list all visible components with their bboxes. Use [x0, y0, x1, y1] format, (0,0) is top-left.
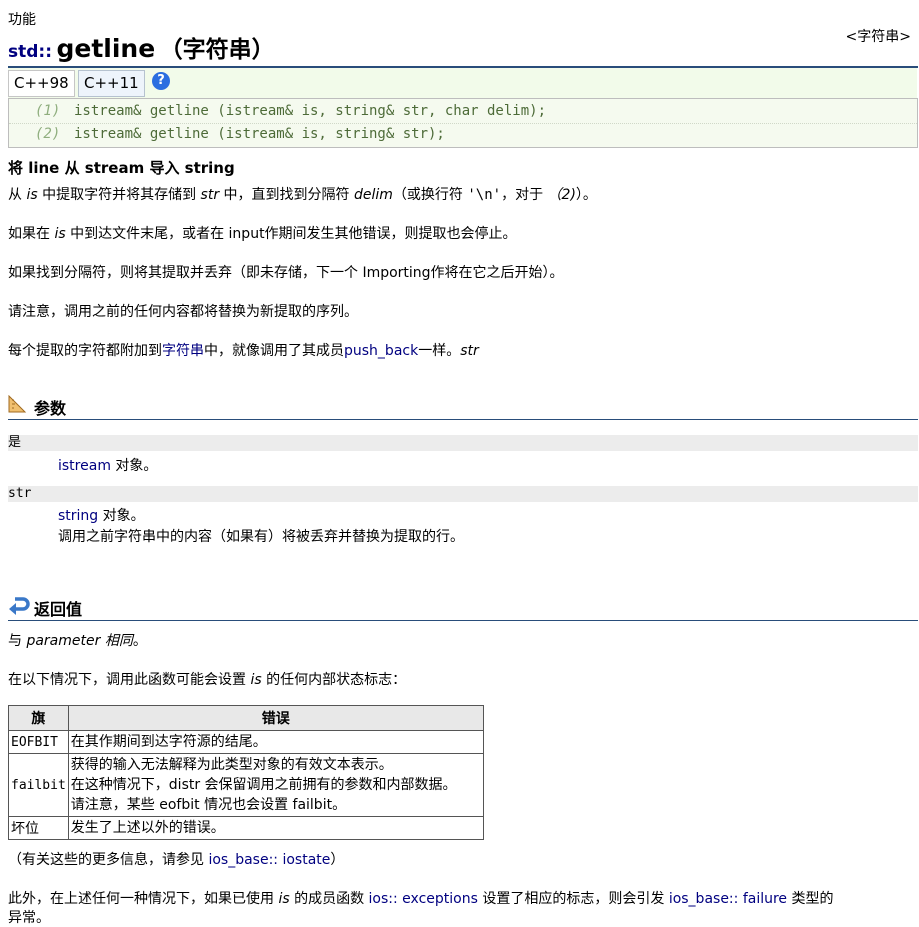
overload-ref: （2): [547, 187, 576, 203]
param-ref: str: [200, 187, 220, 203]
string-link[interactable]: 字符串: [162, 343, 204, 359]
param-name: 是: [8, 435, 918, 451]
error-cell: 在其作期间到达字符源的结尾。: [67, 730, 484, 754]
text: 从: [8, 187, 27, 203]
description-paragraph: 每个提取的字符都附加到字符串中，就像调用了其成员push_back一样。str: [8, 340, 479, 360]
text: ）: [330, 852, 345, 868]
param-ref: str: [460, 343, 479, 359]
param-ref: is: [278, 891, 290, 907]
error-cell: 获得的输入无法解释为此类型对象的有效文本表示。 在这种情况下，distr 会保留…: [67, 753, 484, 817]
column-header: 旗: [8, 705, 69, 731]
param-description: string 对象。: [58, 505, 145, 525]
title-function-name: getline: [56, 34, 156, 63]
error-cell: 发生了上述以外的错误。: [67, 816, 484, 840]
text: 的任何内部状态标志：: [261, 672, 407, 688]
title-namespace: std::: [8, 42, 53, 62]
text: ，对于: [501, 187, 548, 203]
text: 在以下情况下，调用此函数可能会设置: [8, 672, 251, 688]
text: 中到达文件末尾，或者在 input作期间发生其他错误，则提取也会停止。: [65, 226, 517, 242]
column-header: 错误: [67, 705, 484, 731]
page-title: std:: getline （字符串）: [8, 30, 275, 64]
text: 此外，在上述任何一种情况下，如果已使用: [8, 891, 279, 907]
error-line: 请注意，某些 eofbit 情况也会设置 failbit。: [70, 797, 347, 813]
text: 。: [132, 633, 147, 649]
header-type-link[interactable]: <字符串>: [846, 26, 911, 46]
version-tabs: C++98 C++11 ?: [8, 68, 917, 98]
parameters-heading: 参数: [8, 393, 918, 420]
param-ref: delim: [354, 187, 393, 203]
declaration-number: (1): [35, 103, 61, 119]
text: 中，直到找到分隔符: [219, 187, 354, 203]
exceptions-link[interactable]: ios:: exceptions: [369, 891, 478, 907]
text: 与: [8, 633, 27, 649]
text: 设置了相应的标志，则会引发: [477, 891, 669, 907]
return-value-heading-label: 返回值: [34, 600, 83, 619]
declaration-row: (2) istream& getline (istream& is, strin…: [9, 123, 917, 145]
return-arrow-icon: [9, 597, 30, 615]
declaration-code: istream& getline (istream& is, string& s…: [74, 126, 445, 142]
text: 类型的: [787, 891, 834, 907]
breadcrumb[interactable]: 功能: [8, 9, 36, 29]
parameters-heading-label: 参数: [34, 399, 67, 418]
iostate-note: （有关这些的更多信息，请参见 ios_base:: iostate）: [8, 849, 344, 869]
declaration-row: (1) istream& getline (istream& is, strin…: [9, 101, 917, 122]
param-name: str: [8, 486, 918, 502]
string-type-link[interactable]: string: [58, 508, 98, 524]
description-paragraph: 如果在 is 中到达文件末尾，或者在 input作期间发生其他错误，则提取也会停…: [8, 223, 517, 243]
param-ref: is: [54, 226, 66, 242]
title-subtitle: （字符串）: [159, 37, 275, 63]
param-ref: is: [26, 187, 38, 203]
state-flags-table: 旗 错误 EOFBIT 在其作期间到达字符源的结尾。 failbit 获得的输入…: [8, 705, 484, 840]
param-ref: parameter 相同: [26, 633, 133, 649]
ruler-icon: [8, 395, 27, 413]
return-paragraph: 在以下情况下，调用此函数可能会设置 is 的任何内部状态标志：: [8, 669, 406, 689]
param-ref: is: [250, 672, 262, 688]
description-paragraph: 请注意，调用之前的任何内容都将替换为新提取的序列。: [8, 304, 358, 320]
description-paragraph: 如果找到分隔符，则将其提取并丢弃（即未存储，下一个 Importing作将在它之…: [8, 265, 564, 281]
flag-cell: EOFBIT: [8, 730, 69, 754]
param-description: 调用之前字符串中的内容（如果有）将被丢弃并替换为提取的行。: [58, 529, 464, 545]
failure-link[interactable]: ios_base:: failure: [669, 891, 787, 907]
flag-cell: failbit: [8, 753, 69, 817]
description-paragraph: 从 is 中提取字符并将其存储到 str 中，直到找到分隔符 delim（或换行…: [8, 184, 597, 204]
text: 中，就像调用了其成员: [204, 343, 344, 359]
table-row: 坏位 发生了上述以外的错误。: [8, 816, 484, 840]
summary: 将 line 从 stream 导入 string: [8, 159, 235, 177]
declaration-number: (2): [35, 126, 61, 142]
return-value-heading: 返回值: [8, 594, 918, 621]
iostate-link[interactable]: ios_base:: iostate: [208, 852, 330, 868]
text: 如果在: [8, 226, 55, 242]
text: 对象。: [98, 508, 145, 524]
tab-cpp98[interactable]: C++98: [8, 70, 75, 97]
error-line: 获得的输入无法解释为此类型对象的有效文本表示。: [70, 757, 393, 773]
text: ）。: [575, 187, 597, 203]
code-literal: '\n': [467, 187, 502, 203]
istream-link[interactable]: istream: [58, 458, 111, 474]
push-back-link[interactable]: push_back: [344, 343, 418, 359]
declaration-box: (1) istream& getline (istream& is, strin…: [8, 98, 918, 148]
table-row: failbit 获得的输入无法解释为此类型对象的有效文本表示。 在这种情况下，d…: [8, 753, 484, 817]
table-row: EOFBIT 在其作期间到达字符源的结尾。: [8, 730, 484, 754]
exceptions-paragraph-continued: 异常。: [8, 910, 50, 926]
help-icon[interactable]: ?: [152, 72, 170, 90]
text: （有关这些的更多信息，请参见: [8, 852, 209, 868]
text: 中提取字符并将其存储到: [37, 187, 201, 203]
table-header-row: 旗 错误: [8, 705, 484, 731]
text: 对象。: [110, 458, 158, 474]
text: 的成员函数: [289, 891, 369, 907]
return-paragraph: 与 parameter 相同。: [8, 630, 147, 650]
declaration-code: istream& getline (istream& is, string& s…: [74, 103, 547, 119]
text: （或换行符: [392, 187, 468, 203]
flag-cell: 坏位: [8, 816, 69, 840]
param-description: istream 对象。: [58, 455, 157, 475]
text: 一样。: [418, 343, 461, 359]
error-line: 在这种情况下，distr 会保留调用之前拥有的参数和内部数据。: [70, 777, 457, 793]
exceptions-paragraph: 此外，在上述任何一种情况下，如果已使用 is 的成员函数 ios:: excep…: [8, 888, 834, 908]
tab-cpp11[interactable]: C++11: [78, 70, 145, 97]
text: 每个提取的字符都附加到: [8, 343, 162, 359]
